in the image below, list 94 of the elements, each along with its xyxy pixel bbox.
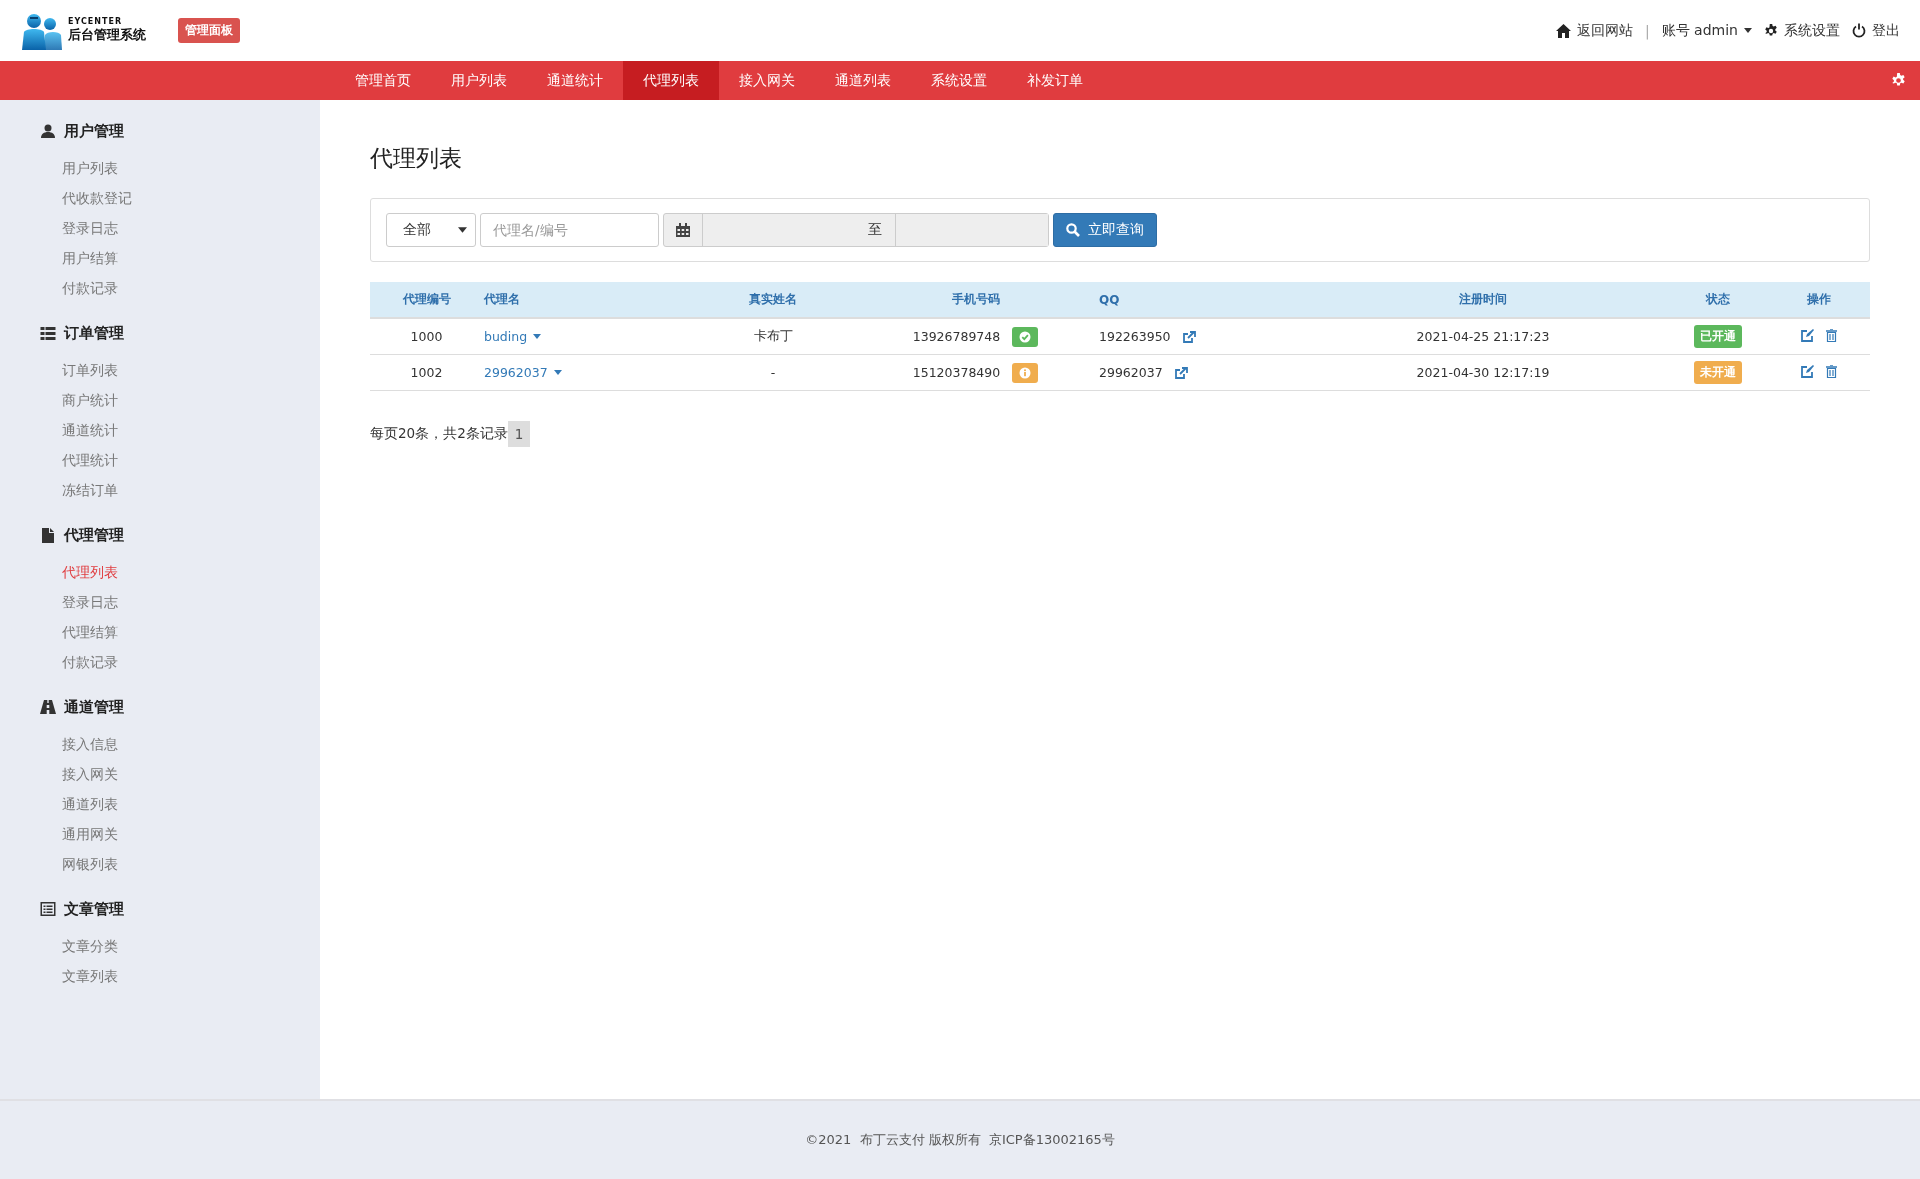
date-range-field[interactable]: 至 xyxy=(663,213,1049,247)
menu-group-title: 文章管理 xyxy=(64,899,124,919)
type-select[interactable]: 全部 xyxy=(386,213,476,247)
sidebar-item[interactable]: 代理列表 xyxy=(0,557,320,587)
settings-link[interactable]: 系统设置 xyxy=(1764,21,1840,40)
page-title: 代理列表 xyxy=(370,144,463,173)
edit-icon[interactable] xyxy=(1801,364,1814,378)
nav-tab[interactable]: 补发订单 xyxy=(1007,61,1103,100)
delete-icon[interactable] xyxy=(1826,364,1837,378)
pagination-summary: 每页20条，共2条记录 xyxy=(370,425,508,443)
menu-group-title: 代理管理 xyxy=(64,525,124,545)
search-button[interactable]: 立即查询 xyxy=(1053,213,1157,247)
table-cell: 1000 xyxy=(370,318,483,355)
external-link-icon[interactable] xyxy=(1182,330,1196,343)
logout-link[interactable]: 登出 xyxy=(1852,21,1900,40)
menu-group-title: 通道管理 xyxy=(64,697,124,717)
sidebar-item[interactable]: 商户统计 xyxy=(0,385,320,415)
column-header: 代理编号 xyxy=(370,282,483,318)
sidebar-item[interactable]: 文章分类 xyxy=(0,931,320,961)
sidebar-item[interactable]: 用户列表 xyxy=(0,153,320,183)
column-header: 代理名 xyxy=(483,282,693,318)
sidebar-item[interactable]: 代收款登记 xyxy=(0,183,320,213)
sidebar-item[interactable]: 接入信息 xyxy=(0,729,320,759)
calendar-icon xyxy=(676,223,690,237)
page-button[interactable]: 1 xyxy=(507,421,531,447)
delete-icon[interactable] xyxy=(1826,328,1837,342)
home-icon xyxy=(1555,23,1571,38)
table-cell: 2021-04-30 12:17:19 xyxy=(1298,354,1668,391)
menu-group-title: 订单管理 xyxy=(64,323,124,343)
table-cell: 13926789748 xyxy=(912,329,1001,344)
column-header: 操作 xyxy=(1768,282,1870,318)
sidebar-item[interactable]: 文章列表 xyxy=(0,961,320,991)
copyright-text: ©2021 布丁云支付 版权所有 京ICP备13002165号 xyxy=(805,1131,1115,1149)
table-cell: 192263950 xyxy=(1099,329,1171,344)
caret-icon xyxy=(533,334,542,339)
user-icon xyxy=(40,124,56,138)
column-header: QQ xyxy=(1098,282,1298,318)
table-cell: 2021-04-25 21:17:23 xyxy=(1298,318,1668,355)
table-cell: - xyxy=(693,354,853,391)
status-badge: 已开通 xyxy=(1694,325,1742,348)
agent-name-link[interactable]: 29962037 xyxy=(484,365,562,380)
sidebar-item[interactable]: 订单列表 xyxy=(0,355,320,385)
sidebar-item[interactable]: 代理结算 xyxy=(0,617,320,647)
separator: | xyxy=(1644,22,1650,39)
nav-tab[interactable]: 管理首页 xyxy=(335,61,431,100)
nav-tab[interactable]: 接入网关 xyxy=(719,61,815,100)
table-cell: 1002 xyxy=(370,354,483,391)
logo-caption: EYCENTER xyxy=(68,17,124,26)
sidebar-item[interactable]: 接入网关 xyxy=(0,759,320,789)
search-icon xyxy=(1066,223,1080,237)
app-title: 后台管理系统 xyxy=(68,26,146,44)
menu-group-title: 用户管理 xyxy=(64,121,124,141)
sidebar-item[interactable]: 冻结订单 xyxy=(0,475,320,505)
table-cell: 卡布丁 xyxy=(693,318,853,355)
sidebar-item[interactable]: 通用网关 xyxy=(0,819,320,849)
road-icon xyxy=(40,700,56,714)
agent-name-link[interactable]: buding xyxy=(484,329,542,344)
search-field[interactable]: 代理名/编号 xyxy=(480,213,659,247)
sidebar-item[interactable]: 用户结算 xyxy=(0,243,320,273)
table-cell: 15120378490 xyxy=(912,365,1001,380)
caret-icon xyxy=(458,227,467,233)
panel-badge: 管理面板 xyxy=(178,18,240,43)
nav-tab[interactable]: 系统设置 xyxy=(911,61,1007,100)
list-icon xyxy=(40,326,56,340)
column-header: 注册时间 xyxy=(1298,282,1668,318)
file-icon xyxy=(40,527,56,543)
column-header: 手机号码 xyxy=(853,282,1098,318)
caret-icon xyxy=(553,370,562,375)
column-header: 状态 xyxy=(1668,282,1768,318)
settings-icon xyxy=(1764,23,1778,38)
nav-tab[interactable]: 通道统计 xyxy=(527,61,623,100)
return-site-link[interactable]: 返回网站 xyxy=(1555,21,1633,40)
sidebar-item[interactable]: 登录日志 xyxy=(0,587,320,617)
nav-tab[interactable]: 通道列表 xyxy=(815,61,911,100)
sidebar-item[interactable]: 代理统计 xyxy=(0,445,320,475)
sidebar-item[interactable]: 网银列表 xyxy=(0,849,320,879)
column-header: 真实姓名 xyxy=(693,282,853,318)
nav-tab[interactable]: 代理列表 xyxy=(623,61,719,100)
article-icon xyxy=(40,902,56,916)
status-badge: 未开通 xyxy=(1694,361,1742,384)
caret-icon xyxy=(1744,28,1752,33)
edit-icon[interactable] xyxy=(1801,328,1814,342)
sidebar-item[interactable]: 付款记录 xyxy=(0,273,320,303)
settings-icon[interactable] xyxy=(1891,73,1906,88)
sidebar-item[interactable]: 通道统计 xyxy=(0,415,320,445)
sidebar-item[interactable]: 登录日志 xyxy=(0,213,320,243)
logo-drawing xyxy=(20,11,62,50)
power-icon xyxy=(1852,23,1866,38)
nav-tab[interactable]: 用户列表 xyxy=(431,61,527,100)
sidebar-item[interactable]: 付款记录 xyxy=(0,647,320,677)
account-menu[interactable]: 账号 admin xyxy=(1661,21,1752,40)
external-link-icon[interactable] xyxy=(1174,366,1188,379)
table-cell: 29962037 xyxy=(1099,365,1163,380)
sidebar-item[interactable]: 通道列表 xyxy=(0,789,320,819)
